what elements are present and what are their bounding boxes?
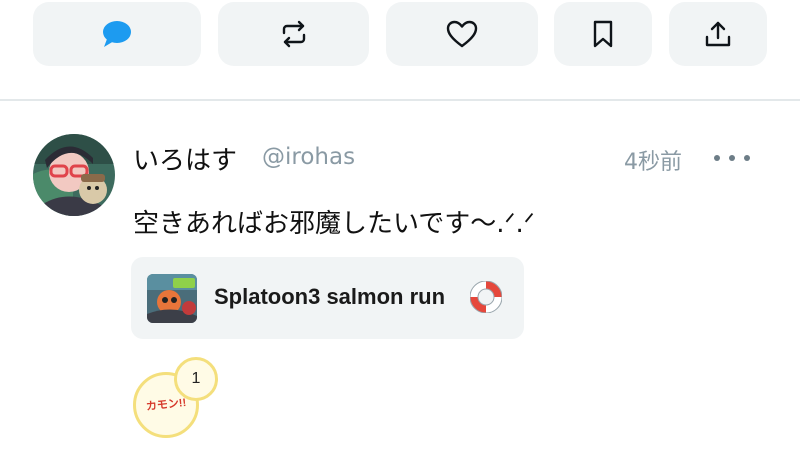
avatar[interactable] [33, 134, 115, 216]
post-action-bar [0, 0, 800, 100]
channel-link[interactable]: Splatoon3 salmon run [131, 257, 524, 339]
reply-button[interactable] [33, 2, 201, 66]
more-horizontal-icon [714, 155, 720, 161]
like-button[interactable] [386, 2, 538, 66]
share-upload-icon [705, 21, 731, 47]
reaction-count-badge: 1 [174, 357, 218, 401]
bookmark-button[interactable] [554, 2, 652, 66]
timestamp[interactable]: 4秒前 [624, 144, 682, 176]
display-name[interactable]: いろはす [133, 140, 237, 177]
user-handle[interactable]: @irohas [262, 144, 355, 170]
lifebuoy-icon [470, 281, 502, 313]
share-button[interactable] [669, 2, 767, 66]
channel-thumbnail [147, 274, 197, 323]
channel-name: Splatoon3 salmon run [214, 284, 446, 309]
heart-icon [446, 20, 478, 48]
more-options-button[interactable] [714, 146, 750, 170]
repost-button[interactable] [218, 2, 369, 66]
chat-bubble-icon [103, 21, 131, 47]
repost-icon [282, 20, 305, 48]
divider [0, 99, 800, 101]
post-text: 空きあればお邪魔したいです〜.ᐟ.ᐟ [133, 209, 535, 239]
bookmark-icon [593, 20, 613, 48]
